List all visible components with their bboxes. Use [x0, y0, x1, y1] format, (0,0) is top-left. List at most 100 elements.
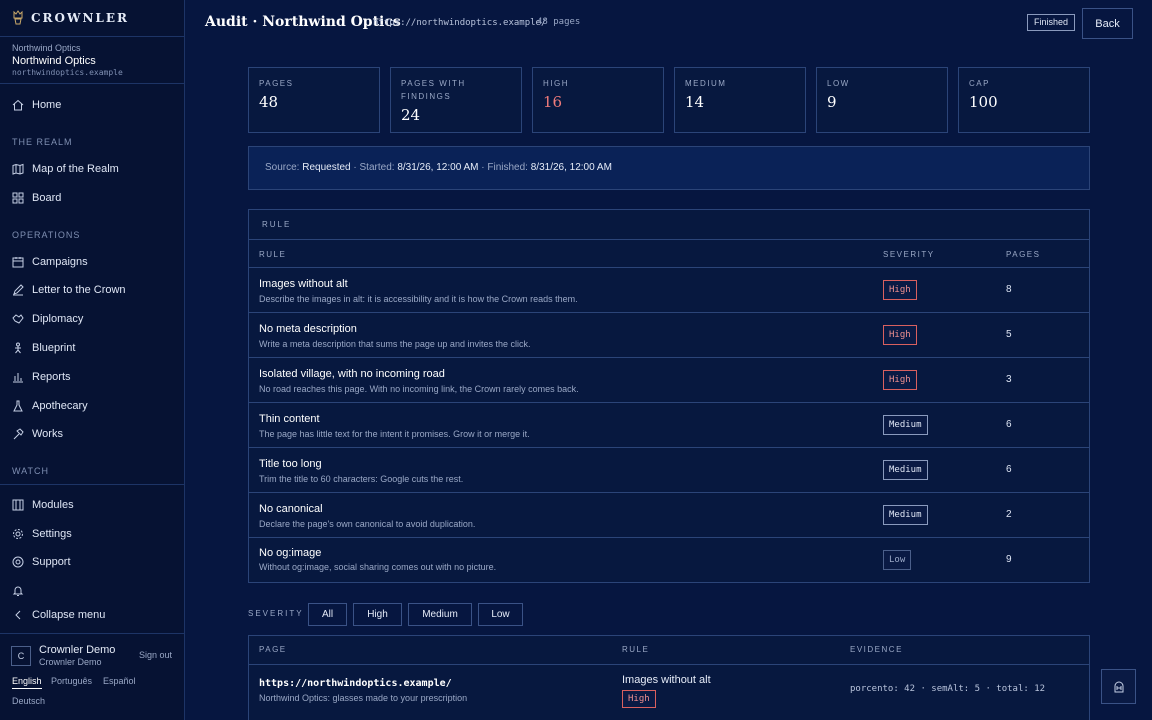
stat-value: 48	[259, 93, 279, 111]
rule-description: Trim the title to 60 characters: Google …	[259, 474, 464, 484]
rule-name: Thin content	[259, 413, 320, 425]
nav-map[interactable]: Map of the Realm	[12, 163, 119, 175]
assistant-button[interactable]	[1101, 669, 1136, 704]
back-button[interactable]: Back	[1082, 8, 1133, 39]
page-title-text: Northwind Optics: glasses made to your p…	[259, 693, 468, 703]
severity-badge: Medium	[883, 505, 928, 525]
divider	[0, 83, 185, 84]
rule-pages: 5	[1006, 329, 1012, 340]
table-row[interactable]: Isolated village, with no incoming road …	[249, 357, 1089, 402]
user-profile[interactable]: C Crownler Demo Crownler Demo	[11, 644, 115, 667]
section-operations: OPERATIONS	[12, 230, 81, 240]
finding-evidence: porcento: 42 · semAlt: 5 · total: 12	[850, 684, 1046, 694]
nav-campaigns[interactable]: Campaigns	[12, 256, 88, 268]
col-severity: SEVERITY	[883, 250, 935, 259]
page-url-link[interactable]: https://northwindoptics.example/	[259, 678, 452, 689]
col-page: PAGE	[259, 645, 287, 654]
nav-board[interactable]: Board	[12, 192, 61, 204]
brand-name: CROWNLER	[31, 10, 129, 25]
table-row[interactable]: Title too long Trim the title to 60 char…	[249, 447, 1089, 492]
rule-pages: 6	[1006, 419, 1012, 430]
collapse-menu-label: Collapse menu	[32, 609, 106, 621]
col-rule: RULE	[622, 645, 650, 654]
org-switcher[interactable]: Northwind Optics Northwind Optics northw…	[12, 43, 123, 77]
table-row[interactable]: No og:image Without og:image, social sha…	[249, 537, 1089, 582]
rules-table: RULE RULE SEVERITY PAGES Images without …	[248, 209, 1090, 583]
started-label: · Started:	[350, 162, 398, 173]
findings-table: PAGE RULE EVIDENCE https://northwindopti…	[248, 635, 1090, 720]
nav-modules[interactable]: Modules	[12, 499, 74, 511]
section-the-realm: THE REALM	[12, 137, 73, 147]
org-domain: northwindoptics.example	[12, 68, 123, 77]
rule-name: Isolated village, with no incoming road	[259, 368, 445, 380]
nav-modules-label: Modules	[32, 499, 74, 511]
nav-settings[interactable]: Settings	[12, 528, 72, 540]
pen-icon	[13, 284, 24, 296]
divider	[0, 36, 185, 37]
nav-apothecary[interactable]: Apothecary	[12, 400, 88, 412]
divider	[0, 633, 185, 634]
filter-high-button[interactable]: High	[353, 603, 402, 626]
audit-source-info: Source: Requested · Started: 8/31/26, 12…	[248, 146, 1090, 190]
page-title: Audit · Northwind Optics	[205, 14, 401, 30]
crown-logo-icon	[13, 10, 23, 25]
filter-all-button[interactable]: All	[308, 603, 347, 626]
table-row[interactable]: No canonical Declare the page's own cano…	[249, 492, 1089, 537]
severity-badge: Low	[883, 550, 912, 570]
stat-label: PAGES	[259, 79, 294, 88]
col-pages: PAGES	[1006, 250, 1041, 259]
lang-deutsch[interactable]: Deutsch	[12, 696, 45, 706]
stat-pages-with-findings: PAGES WITH FINDINGS 24	[390, 67, 522, 133]
lang-portugues[interactable]: Português	[51, 676, 92, 686]
nav-works[interactable]: Works	[12, 428, 63, 440]
finding-rule: Images without alt	[622, 674, 711, 686]
source-value: Requested	[302, 162, 351, 173]
filter-low-button[interactable]: Low	[478, 603, 523, 626]
nav-blueprint[interactable]: Blueprint	[12, 342, 75, 354]
collapse-menu-button[interactable]: Collapse menu	[12, 609, 105, 621]
nav-home[interactable]: Home	[12, 99, 61, 111]
severity-filter-label: SEVERITY	[248, 609, 304, 618]
table-row[interactable]: No meta description Write a meta descrip…	[249, 312, 1089, 357]
stat-label: PAGES WITH FINDINGS	[401, 79, 466, 101]
stat-value: 24	[401, 106, 421, 124]
stat-cap: CAP 100	[958, 67, 1090, 133]
rule-description: Without og:image, social sharing comes o…	[259, 562, 497, 572]
audit-url: https://northwindoptics.example/	[373, 18, 547, 28]
hammer-icon	[13, 428, 24, 440]
nav-campaigns-label: Campaigns	[32, 256, 88, 268]
table-row[interactable]: https://northwindoptics.example/ Northwi…	[249, 664, 1089, 716]
nav-diplomacy[interactable]: Diplomacy	[12, 313, 83, 325]
rule-pages: 3	[1006, 374, 1012, 385]
stat-low: LOW 9	[816, 67, 948, 133]
calendar-icon	[12, 257, 24, 268]
lang-espanol[interactable]: Español	[103, 676, 136, 686]
nav-reports[interactable]: Reports	[12, 371, 71, 383]
sidebar: CROWNLER Northwind Optics Northwind Opti…	[0, 0, 185, 720]
stat-value: 14	[685, 93, 705, 111]
nav-letter[interactable]: Letter to the Crown	[12, 284, 126, 296]
stat-medium: MEDIUM 14	[674, 67, 806, 133]
stat-pages: PAGES 48	[248, 67, 380, 133]
rule-description: Describe the images in alt: it is access…	[259, 294, 578, 304]
page-count: 48 pages	[537, 17, 581, 27]
nav-apothecary-label: Apothecary	[32, 400, 88, 412]
home-icon	[12, 99, 24, 111]
rules-table-header: RULE SEVERITY PAGES	[249, 239, 1089, 267]
rule-name: No meta description	[259, 323, 357, 335]
page-header: Audit · Northwind Optics https://northwi…	[186, 0, 1152, 46]
stat-high: HIGH 16	[532, 67, 664, 133]
filter-medium-button[interactable]: Medium	[408, 603, 472, 626]
table-row[interactable]: Images without alt Describe the images i…	[249, 267, 1089, 312]
map-icon	[12, 163, 24, 175]
table-row[interactable]: Thin content The page has little text fo…	[249, 402, 1089, 447]
sign-out-link[interactable]: Sign out	[139, 650, 172, 660]
col-rule: RULE	[259, 250, 287, 259]
nav-support[interactable]: Support	[12, 556, 71, 568]
nav-notifications[interactable]	[12, 585, 24, 597]
lang-english[interactable]: English	[12, 676, 42, 689]
brand[interactable]: CROWNLER	[12, 10, 129, 25]
rule-description: Declare the page's own canonical to avoi…	[259, 519, 476, 529]
stat-label: MEDIUM	[685, 79, 727, 88]
figure-icon	[15, 342, 21, 354]
